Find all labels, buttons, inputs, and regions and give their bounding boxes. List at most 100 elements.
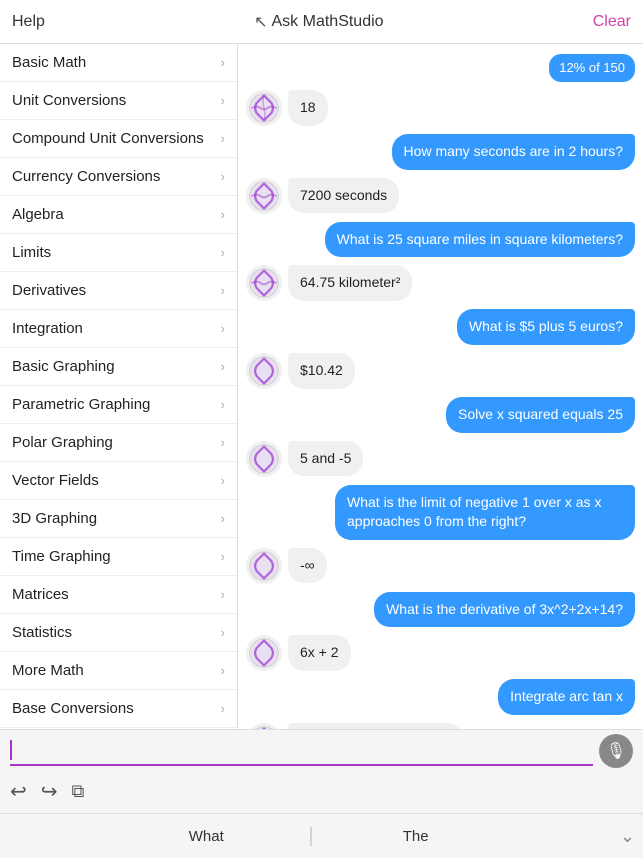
sidebar-item-label: Base Conversions — [12, 700, 134, 717]
chevron-right-icon: › — [221, 511, 225, 526]
chevron-right-icon: › — [221, 701, 225, 716]
sidebar-item-label: Unit Conversions — [12, 92, 126, 109]
bot-avatar — [246, 265, 282, 301]
chat-title: Ask MathStudio — [272, 13, 384, 31]
chevron-right-icon: › — [221, 663, 225, 678]
bot-avatar — [246, 441, 282, 477]
sidebar-item-label: Basic Math — [12, 54, 86, 71]
keyboard-suggestions: What | The ⌄ — [0, 814, 643, 858]
sidebar-item-label: 3D Graphing — [12, 510, 97, 527]
chevron-right-icon: › — [221, 587, 225, 602]
chevron-right-icon: › — [221, 55, 225, 70]
suggestion-the[interactable]: The — [320, 828, 512, 845]
sidebar-item-vector-fields[interactable]: Vector Fields › — [0, 462, 237, 500]
bot-bubble: 5 and -5 — [288, 441, 363, 477]
sidebar-item-more-math[interactable]: More Math › — [0, 652, 237, 690]
sidebar-item-label: Matrices — [12, 586, 69, 603]
bottom-toolbar: ↩ ↪ ⧉ — [0, 770, 643, 814]
sidebar-item-label: Derivatives — [12, 282, 86, 299]
sidebar-item-label: Compound Unit Conversions — [12, 130, 204, 147]
keyboard-expand-icon[interactable]: ⌄ — [620, 826, 635, 847]
user-bubble: What is $5 plus 5 euros? — [457, 309, 635, 345]
bot-bubble: 18 — [288, 90, 328, 126]
msg-row: What is the limit of negative 1 over x a… — [246, 485, 635, 540]
sidebar-item-integration[interactable]: Integration› — [0, 310, 237, 348]
clear-button[interactable]: Clear — [593, 13, 631, 31]
chevron-right-icon: › — [221, 283, 225, 298]
sidebar-item-time-graphing[interactable]: Time Graphing › — [0, 538, 237, 576]
user-bubble: Integrate arc tan x — [498, 679, 635, 715]
undo-icon[interactable]: ↩ — [10, 779, 27, 804]
chat-area[interactable]: 12% of 150 18 How many seconds are in 2 … — [238, 44, 643, 729]
sidebar-item-matrices[interactable]: Matrices › — [0, 576, 237, 614]
sidebar-item-basic-math[interactable]: Basic Math › — [0, 44, 237, 82]
chevron-right-icon: › — [221, 169, 225, 184]
bottom-bar: 🎙 ↩ ↪ ⧉ What | The ⌄ — [0, 729, 643, 858]
chevron-right-icon: › — [221, 93, 225, 108]
chevron-right-icon: › — [221, 207, 225, 222]
msg-row: 64.75 kilometer² — [246, 265, 635, 301]
sidebar-item-3d-graphing[interactable]: 3D Graphing › — [0, 500, 237, 538]
bot-avatar — [246, 548, 282, 584]
sidebar-item-label: Time Graphing — [12, 548, 111, 565]
chevron-right-icon: › — [221, 549, 225, 564]
sidebar-item-label: More Math — [12, 662, 84, 679]
chevron-right-icon: › — [221, 435, 225, 450]
sidebar-item-basic-graphing[interactable]: Basic Graphing› — [0, 348, 237, 386]
cursor-icon: ↖ — [254, 12, 267, 32]
sidebar-item-derivatives[interactable]: Derivatives › — [0, 272, 237, 310]
sidebar-item-statistics[interactable]: Statistics › — [0, 614, 237, 652]
sidebar-item-polar-graphing[interactable]: Polar Graphing › — [0, 424, 237, 462]
msg-row: How many seconds are in 2 hours? — [246, 134, 635, 170]
chevron-right-icon: › — [221, 131, 225, 146]
redo-icon[interactable]: ↪ — [41, 779, 58, 804]
user-bubble: Solve x squared equals 25 — [446, 397, 635, 433]
msg-row: 7200 seconds — [246, 178, 635, 214]
suggestion-what[interactable]: What — [110, 828, 302, 845]
sidebar-item-label: Basic Graphing — [12, 358, 115, 375]
sidebar-item-base-conversions[interactable]: Base Conversions › — [0, 690, 237, 728]
main-layout: Basic Math›Unit Conversions›Compound Uni… — [0, 44, 643, 729]
sidebar-item-label: Limits — [12, 244, 51, 261]
sidebar-item-label: Statistics — [12, 624, 72, 641]
sidebar-item-label: Integration — [12, 320, 83, 337]
chevron-right-icon: › — [221, 625, 225, 640]
bot-bubble: 6x + 2 — [288, 635, 351, 671]
msg-row: 6x + 2 — [246, 635, 635, 671]
msg-row: 18 — [246, 90, 635, 126]
sidebar-item-currency-conversions[interactable]: Currency Conversions › — [0, 158, 237, 196]
sidebar-item-unit-conversions[interactable]: Unit Conversions › — [0, 82, 237, 120]
msg-row: What is $5 plus 5 euros? — [246, 309, 635, 345]
system-bubble: 12% of 150 — [549, 54, 635, 82]
sidebar-item-compound-unit-conversions[interactable]: Compound Unit Conversions › — [0, 120, 237, 158]
bot-bubble: 7200 seconds — [288, 178, 399, 214]
bot-bubble: -∞ — [288, 548, 327, 584]
bot-bubble: 64.75 kilometer² — [288, 265, 412, 301]
msg-row: $10.42 — [246, 353, 635, 389]
msg-row: Integrate arc tan x — [246, 679, 635, 715]
bot-avatar — [246, 353, 282, 389]
msg-row: What is the derivative of 3x^2+2x+14? — [246, 592, 635, 628]
sidebar-item-label: Currency Conversions — [12, 168, 160, 185]
msg-row: 12% of 150 — [246, 54, 635, 82]
msg-row: What is 25 square miles in square kilome… — [246, 222, 635, 258]
copy-icon[interactable]: ⧉ — [72, 781, 85, 802]
sidebar-item-label: Vector Fields — [12, 472, 99, 489]
top-bar: Help ↖ Ask MathStudio Clear — [0, 0, 643, 44]
chevron-right-icon: › — [221, 245, 225, 260]
sidebar-item-algebra[interactable]: Algebra › — [0, 196, 237, 234]
sidebar-item-label: Algebra — [12, 206, 64, 223]
sidebar-item-limits[interactable]: Limits › — [0, 234, 237, 272]
msg-row: 5 and -5 — [246, 441, 635, 477]
bot-bubble: $10.42 — [288, 353, 355, 389]
mic-button[interactable]: 🎙 — [599, 734, 633, 768]
sidebar: Basic Math›Unit Conversions›Compound Uni… — [0, 44, 238, 729]
sidebar-item-parametric-graphing[interactable]: Parametric Graphing › — [0, 386, 237, 424]
bot-avatar — [246, 178, 282, 214]
msg-row: Solve x squared equals 25 — [246, 397, 635, 433]
user-bubble: How many seconds are in 2 hours? — [392, 134, 635, 170]
chevron-right-icon: › — [221, 473, 225, 488]
sidebar-item-label: Polar Graphing — [12, 434, 113, 451]
sidebar-item-label: Parametric Graphing — [12, 396, 150, 413]
chevron-right-icon: › — [221, 397, 225, 412]
